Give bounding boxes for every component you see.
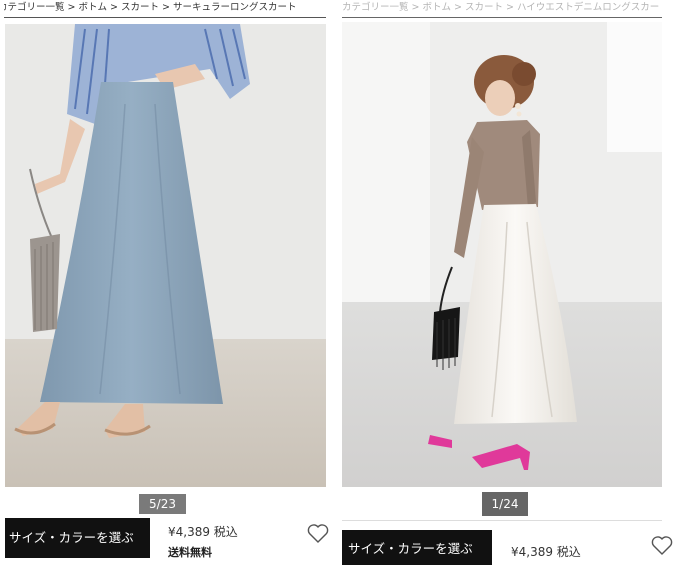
breadcrumb-separator: > [454, 2, 462, 13]
product-photo-left [5, 24, 326, 487]
heart-icon-svg [307, 524, 329, 543]
breadcrumb-separator: > [505, 2, 514, 13]
price: ¥4,389 税込 [168, 525, 238, 539]
image-counter: 1/24 [482, 492, 528, 516]
select-size-color-button[interactable]: サイズ・カラーを選ぶ [5, 518, 150, 558]
product-panel-right: カテゴリー一覧>ボトム>スカート>ハイウエストデニムロングスカート [336, 0, 675, 565]
image-counter: 5/23 [139, 494, 186, 514]
select-size-color-button[interactable]: サイズ・カラーを選ぶ [342, 530, 492, 565]
breadcrumb-item-product[interactable]: サーキュラーロングスカート [173, 2, 297, 13]
breadcrumb-item-category-list[interactable]: カテゴリー一覧 [4, 2, 65, 13]
price: ¥4,389 税込 [511, 545, 581, 559]
free-shipping-label: 送料無料 [168, 546, 212, 559]
breadcrumb-separator: > [67, 2, 76, 13]
heart-icon[interactable] [306, 521, 330, 545]
breadcrumb: カテゴリー一覧 > ボトム > スカート > ハイウエストデニムロングスカート [342, 0, 662, 18]
breadcrumb: カテゴリー一覧 > ボトム > スカート > サーキュラーロングスカート [4, 0, 326, 18]
breadcrumb-item-skirt[interactable]: スカート [121, 2, 159, 13]
breadcrumb-separator: > [161, 2, 170, 13]
breadcrumb-separator: > [411, 2, 420, 13]
product-image[interactable] [342, 22, 662, 487]
breadcrumb-item-bottoms[interactable]: ボトム [78, 2, 107, 13]
divider [342, 520, 662, 521]
breadcrumb-separator: > [110, 2, 118, 13]
breadcrumb-item-skirt[interactable]: スカート [465, 2, 503, 13]
product-image[interactable] [5, 24, 326, 487]
heart-icon-svg [651, 536, 673, 555]
breadcrumb-item-product[interactable]: ハイウエストデニムロングスカート [517, 2, 662, 13]
product-photo-right [342, 22, 662, 487]
breadcrumb-item-bottoms[interactable]: ボトム [422, 2, 451, 13]
heart-icon[interactable] [650, 533, 674, 557]
breadcrumb-item-category-list[interactable]: カテゴリー一覧 [342, 2, 409, 13]
product-panel-left: カテゴリー一覧 > ボトム > スカート > サーキュラーロングスカート 5/2… [0, 0, 332, 565]
